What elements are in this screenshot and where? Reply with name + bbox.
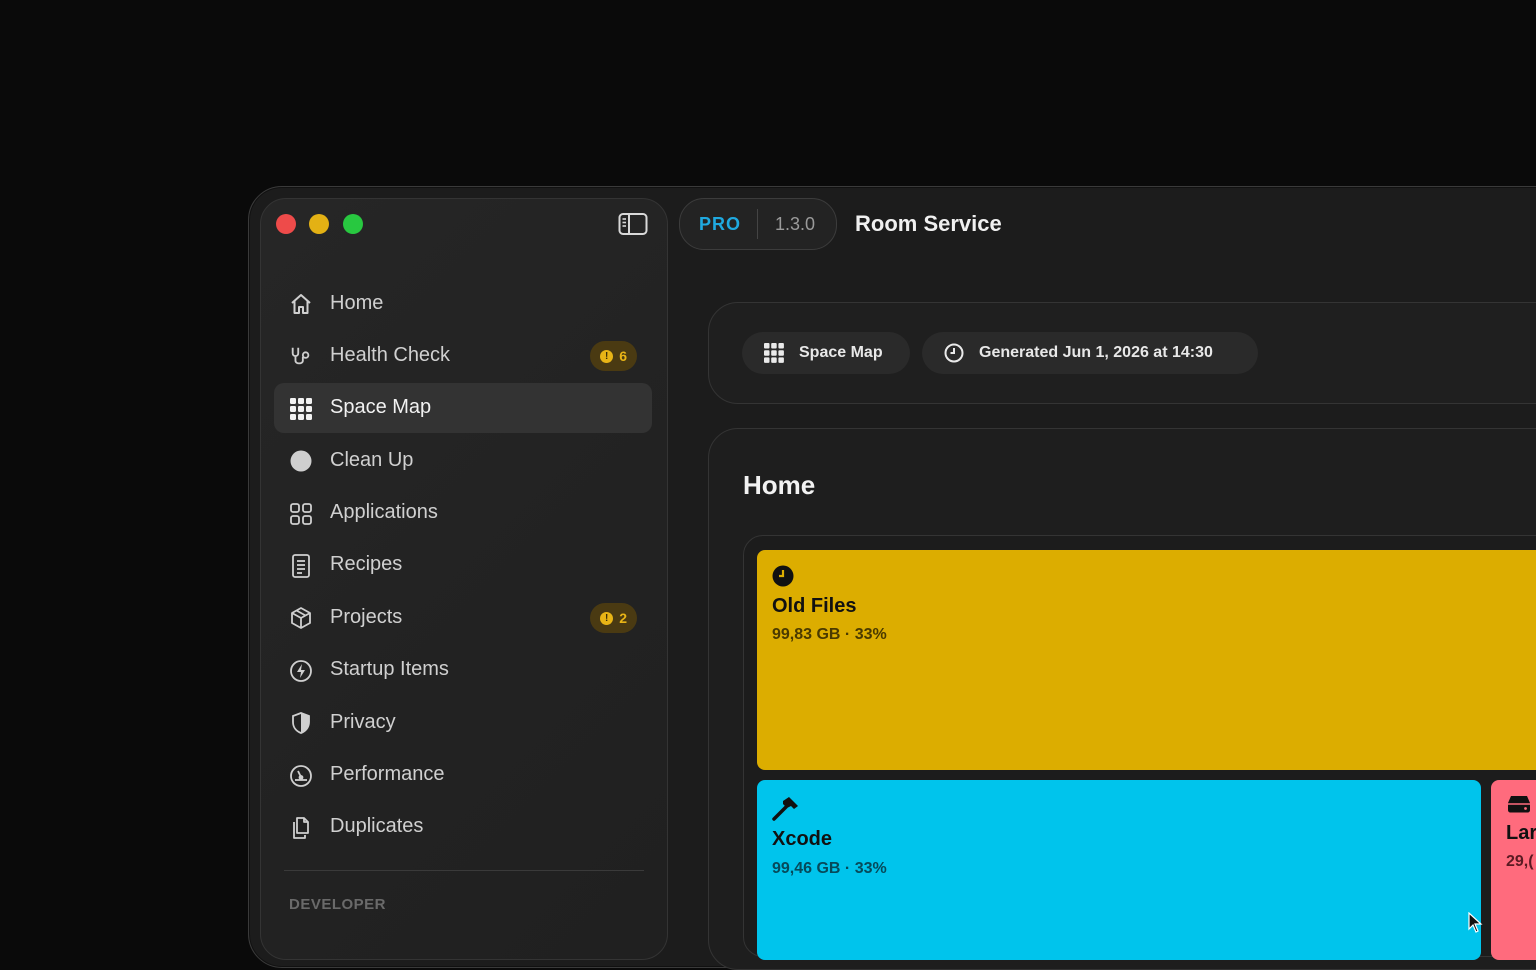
close-window-button[interactable]: [276, 214, 296, 234]
sidebar-item-space-map[interactable]: Space Map: [274, 382, 652, 433]
tile-size: 99,83 GB · 33%: [772, 626, 887, 643]
sidebar-toggle-icon[interactable]: [618, 212, 648, 236]
pill-divider: [757, 209, 758, 239]
copy-icon: [289, 816, 313, 840]
sidebar-section-label: DEVELOPER: [289, 896, 387, 913]
gauge-icon: [289, 764, 313, 788]
current-folder-title: Home: [743, 470, 816, 500]
sidebar-item-home[interactable]: Home: [274, 278, 652, 328]
circle-icon: [289, 449, 313, 473]
sidebar-item-projects[interactable]: Projects ! 2: [274, 592, 652, 642]
sidebar-divider: [284, 870, 644, 871]
sidebar-item-label: Home: [330, 291, 384, 314]
tile-name: Lar: [1506, 822, 1536, 844]
treemap-tile-xcode[interactable]: Xcode 99,46 GB · 33%: [757, 780, 1481, 960]
sidebar-item-label: Performance: [330, 763, 445, 786]
sidebar-item-label: Recipes: [330, 553, 403, 576]
tile-name: Old Files: [772, 595, 857, 617]
clock-icon: [944, 343, 964, 363]
tile-size: 29,(: [1506, 853, 1534, 870]
exclamation-icon: !: [600, 349, 614, 363]
sidebar-item-label: Clean Up: [330, 448, 414, 471]
space-map-chip[interactable]: Space Map: [742, 332, 910, 374]
sidebar-item-clean-up[interactable]: Clean Up: [274, 435, 652, 485]
treemap-tile-lar[interactable]: Lar 29,(: [1491, 780, 1536, 960]
sidebar-item-label: Privacy: [330, 710, 396, 733]
cube-icon: [289, 606, 313, 630]
hammer-icon: [772, 795, 798, 821]
shield-icon: [289, 711, 313, 735]
sidebar-item-performance[interactable]: Performance: [274, 750, 652, 800]
grid-icon: [764, 343, 784, 363]
tile-name: Xcode: [772, 828, 833, 850]
sidebar-item-label: Space Map: [330, 396, 432, 419]
document-icon: [289, 554, 313, 578]
mouse-cursor-icon: [1468, 911, 1484, 934]
tile-size: 99,46 GB · 33%: [772, 860, 887, 877]
generated-timestamp: Generated Jun 1, 2026 at 14:30: [979, 344, 1213, 361]
space-map-chip-label: Space Map: [799, 344, 883, 361]
sidebar-item-label: Applications: [330, 501, 438, 524]
sidebar-item-privacy[interactable]: Privacy: [274, 697, 652, 747]
grid-icon: [289, 397, 313, 421]
sidebar-item-label: Health Check: [330, 343, 451, 366]
treemap-tile-old-files[interactable]: Old Files 99,83 GB · 33%: [757, 550, 1536, 770]
version-label: 1.3.0: [775, 214, 816, 234]
app-title: Room Service: [855, 211, 1002, 236]
clock-icon: [772, 565, 794, 587]
warning-badge: ! 2: [590, 603, 637, 634]
minimize-window-button[interactable]: [309, 214, 329, 234]
sidebar-item-label: Projects: [330, 605, 403, 628]
sidebar-item-health-check[interactable]: Health Check ! 6: [274, 330, 652, 380]
apps-grid-icon: [289, 502, 313, 526]
sidebar-item-applications[interactable]: Applications: [274, 488, 652, 538]
sidebar-item-duplicates[interactable]: Duplicates: [274, 802, 652, 852]
house-icon: [289, 292, 313, 316]
generated-timestamp-chip: Generated Jun 1, 2026 at 14:30: [922, 332, 1258, 374]
sidebar-item-label: Duplicates: [330, 815, 424, 838]
drive-icon: [1506, 794, 1530, 816]
pro-badge: PRO: [699, 214, 742, 234]
badge-count: 6: [619, 348, 627, 365]
zoom-window-button[interactable]: [343, 214, 363, 234]
sidebar-item-startup-items[interactable]: Startup Items: [274, 645, 652, 695]
sidebar-nav: Home Health Check ! 6 Space Map Clean Up: [274, 278, 652, 854]
stethoscope-icon: [289, 344, 313, 368]
exclamation-icon: !: [600, 611, 614, 625]
badge-count: 2: [619, 610, 627, 627]
sidebar-item-recipes[interactable]: Recipes: [274, 540, 652, 590]
sidebar-item-label: Startup Items: [330, 658, 449, 681]
bolt-circle-icon: [289, 659, 313, 683]
warning-badge: ! 6: [590, 341, 637, 372]
